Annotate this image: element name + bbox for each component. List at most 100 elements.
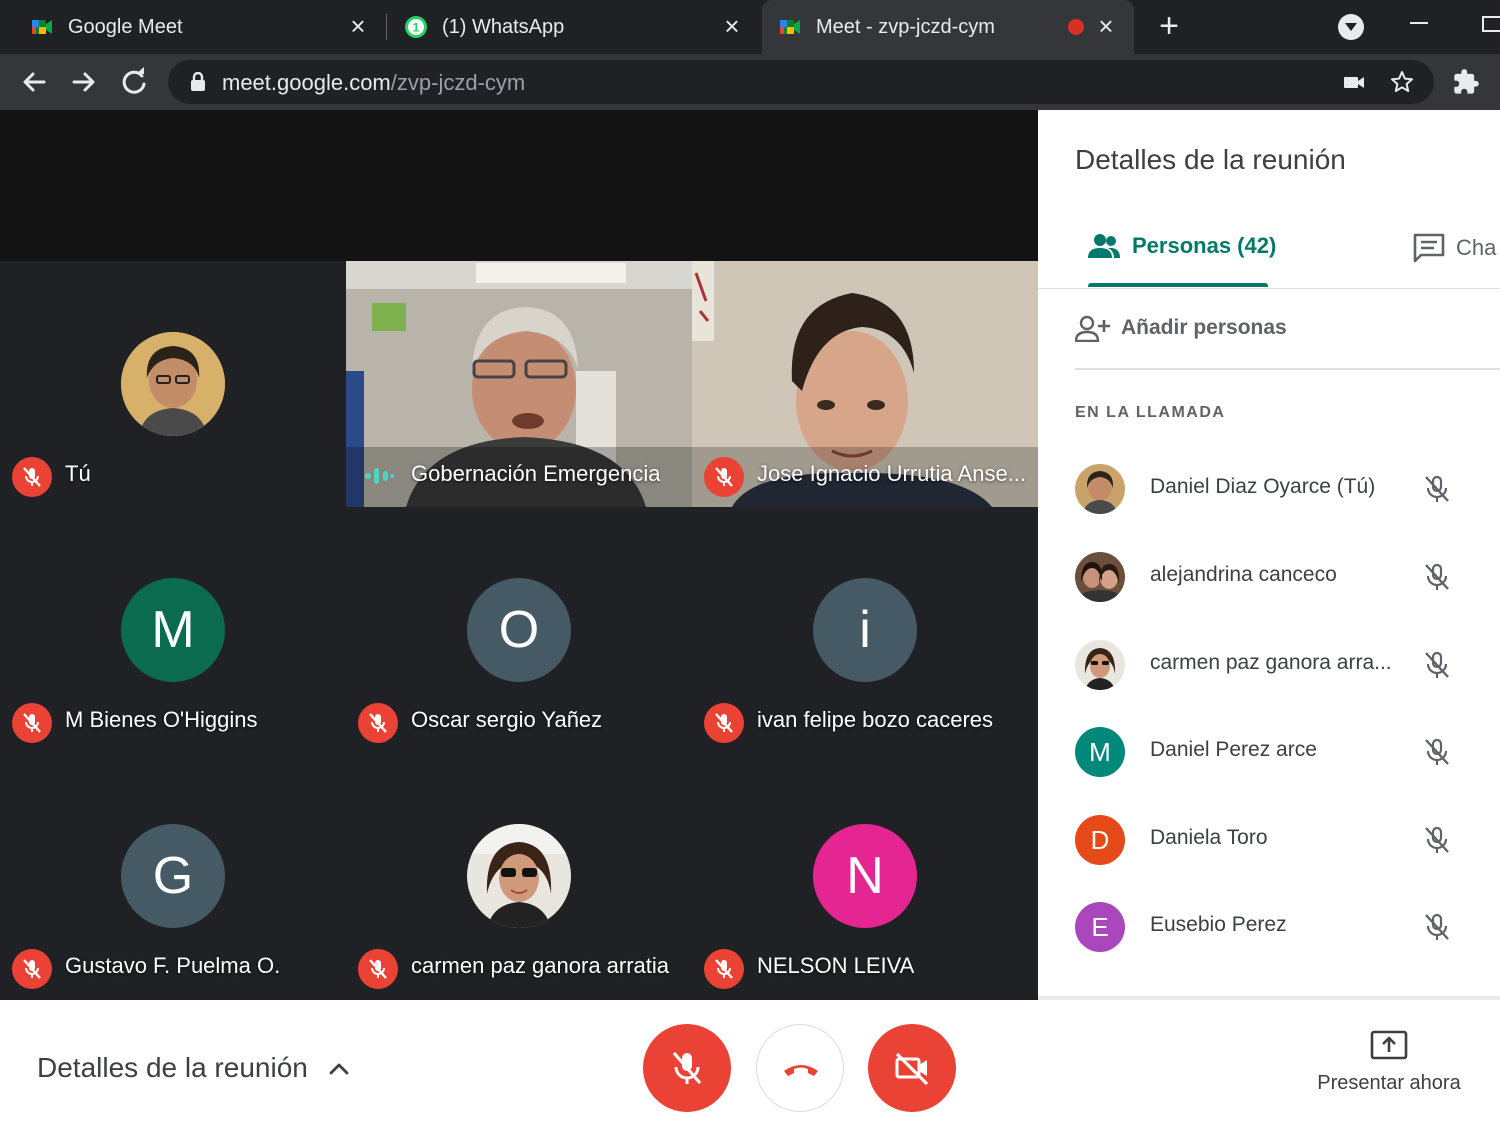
avatar bbox=[121, 332, 225, 436]
participant-tile[interactable]: G Gustavo F. Puelma O. bbox=[0, 753, 346, 999]
person-name: Daniela Toro bbox=[1150, 826, 1268, 849]
url-path: /zvp-jczd-cym bbox=[390, 70, 526, 95]
person-name: carmen paz ganora arra... bbox=[1150, 651, 1392, 674]
person-name: Daniel Perez arce bbox=[1150, 738, 1317, 761]
url-text: meet.google.com/zvp-jczd-cym bbox=[222, 70, 525, 96]
svg-text:1: 1 bbox=[413, 21, 420, 35]
participant-name: carmen paz ganora arratia bbox=[411, 953, 670, 978]
minimize-window-icon[interactable] bbox=[1410, 22, 1428, 24]
leave-call-button[interactable] bbox=[756, 1024, 844, 1112]
participant-name: Gobernación Emergencia bbox=[411, 461, 661, 486]
tab-google-meet[interactable]: Google Meet × bbox=[30, 0, 386, 54]
muted-mic-icon[interactable] bbox=[1421, 649, 1453, 681]
self-photo bbox=[121, 332, 225, 436]
participant-tile-video[interactable]: Jose Ignacio Urrutia Anse... bbox=[692, 261, 1038, 507]
hang-up-icon bbox=[784, 1065, 818, 1076]
active-tab-indicator bbox=[1088, 283, 1268, 287]
forward-arrow-icon[interactable] bbox=[66, 64, 102, 100]
close-tab-icon[interactable]: × bbox=[1094, 13, 1118, 39]
tab-search-button[interactable] bbox=[1338, 14, 1364, 40]
tab-meet-active[interactable]: Meet - zvp-jczd-cym × bbox=[762, 0, 1134, 54]
chevron-up-icon[interactable] bbox=[326, 1056, 352, 1082]
toggle-camera-button[interactable] bbox=[868, 1024, 956, 1112]
muted-mic-icon[interactable] bbox=[1421, 736, 1453, 768]
person-row[interactable]: M Daniel Perez arce bbox=[1075, 724, 1500, 780]
avatar: M bbox=[121, 578, 225, 682]
extensions-puzzle-icon[interactable] bbox=[1452, 68, 1480, 96]
divider bbox=[1075, 368, 1500, 370]
maximize-window-icon[interactable] bbox=[1482, 16, 1500, 32]
muted-mic-icon bbox=[358, 949, 398, 989]
muted-mic-icon bbox=[704, 703, 744, 743]
person-row[interactable]: alejandrina canceco bbox=[1075, 549, 1500, 605]
participant-tile[interactable]: M M Bienes O'Higgins bbox=[0, 507, 346, 753]
muted-mic-icon bbox=[704, 949, 744, 989]
camera-permission-icon[interactable] bbox=[1342, 70, 1366, 94]
camera-off-icon bbox=[895, 1052, 929, 1086]
participant-tile[interactable]: Tú bbox=[0, 261, 346, 507]
muted-mic-icon[interactable] bbox=[1421, 911, 1453, 943]
person-row[interactable]: D Daniela Toro bbox=[1075, 812, 1500, 868]
new-tab-button[interactable]: + bbox=[1152, 9, 1186, 44]
muted-mic-icon[interactable] bbox=[1421, 824, 1453, 856]
avatar: N bbox=[813, 824, 917, 928]
participant-name: Gustavo F. Puelma O. bbox=[65, 953, 281, 978]
divider bbox=[1038, 288, 1500, 289]
add-people-button[interactable]: Añadir personas bbox=[1075, 314, 1287, 342]
url-host: meet.google.com bbox=[222, 70, 391, 95]
tab-title: (1) WhatsApp bbox=[442, 15, 565, 38]
close-tab-icon[interactable]: × bbox=[720, 13, 744, 39]
avatar: G bbox=[121, 824, 225, 928]
avatar bbox=[1075, 640, 1125, 690]
participant-name: NELSON LEIVA bbox=[757, 953, 915, 978]
participant-tile[interactable]: carmen paz ganora arratia bbox=[346, 753, 692, 999]
avatar bbox=[1075, 552, 1125, 602]
participant-tile[interactable]: O Oscar sergio Yañez bbox=[346, 507, 692, 753]
speaking-indicator-icon bbox=[365, 468, 394, 484]
avatar: O bbox=[467, 578, 571, 682]
address-bar[interactable]: meet.google.com/zvp-jczd-cym bbox=[168, 60, 1434, 104]
tab-chat-label: Cha bbox=[1456, 235, 1497, 260]
present-screen-icon bbox=[1370, 1030, 1408, 1060]
present-now-button[interactable]: Presentar ahora bbox=[1294, 1030, 1484, 1095]
back-arrow-icon[interactable] bbox=[16, 64, 52, 100]
whatsapp-icon: 1 bbox=[405, 16, 427, 38]
people-icon bbox=[1088, 234, 1120, 258]
person-row[interactable]: Daniel Diaz Oyarce (Tú) bbox=[1075, 461, 1500, 517]
tab-separator bbox=[386, 14, 387, 40]
tab-people[interactable]: Personas (42) bbox=[1086, 232, 1276, 260]
person-name: Daniel Diaz Oyarce (Tú) bbox=[1150, 475, 1376, 498]
mic-off-icon bbox=[672, 1051, 702, 1085]
muted-mic-icon[interactable] bbox=[1421, 561, 1453, 593]
participant-tile[interactable]: i ivan felipe bozo caceres bbox=[692, 507, 1038, 753]
meet-icon bbox=[780, 20, 800, 34]
muted-mic-icon bbox=[704, 457, 744, 497]
tab-whatsapp[interactable]: 1 (1) WhatsApp × bbox=[404, 0, 760, 54]
avatar: E bbox=[1075, 902, 1125, 952]
person-row[interactable]: E Eusebio Perez bbox=[1075, 899, 1500, 955]
participant-name: Oscar sergio Yañez bbox=[411, 707, 603, 732]
participant-tile-video[interactable]: Gobernación Emergencia bbox=[346, 261, 692, 507]
participant-tile[interactable]: N NELSON LEIVA bbox=[692, 753, 1038, 999]
present-now-label: Presentar ahora bbox=[1317, 1072, 1461, 1094]
toggle-microphone-button[interactable] bbox=[643, 1024, 731, 1112]
muted-mic-icon[interactable] bbox=[1421, 473, 1453, 505]
participant-name: Jose Ignacio Urrutia Anse... bbox=[757, 461, 1027, 486]
browser-toolbar: meet.google.com/zvp-jczd-cym bbox=[0, 54, 1500, 110]
person-row[interactable]: carmen paz ganora arra... bbox=[1075, 637, 1500, 693]
add-person-icon bbox=[1075, 315, 1110, 342]
close-tab-icon[interactable]: × bbox=[346, 13, 370, 39]
participant-name: M Bienes O'Higgins bbox=[65, 707, 258, 732]
reload-icon[interactable] bbox=[116, 64, 152, 100]
participant-name: Tú bbox=[65, 461, 91, 486]
person-name: Eusebio Perez bbox=[1150, 913, 1287, 936]
tab-chat[interactable]: Cha bbox=[1412, 232, 1496, 264]
tab-title: Google Meet bbox=[68, 15, 183, 38]
call-controls-bar: Detalles de la reunión Presentar ahora bbox=[0, 1000, 1500, 1125]
meeting-details-button[interactable]: Detalles de la reunión bbox=[37, 1052, 308, 1084]
muted-mic-icon bbox=[12, 949, 52, 989]
bookmark-star-icon[interactable] bbox=[1390, 70, 1414, 94]
tab-people-label: Personas (42) bbox=[1132, 233, 1277, 258]
muted-mic-icon bbox=[358, 703, 398, 743]
participant-name: ivan felipe bozo caceres bbox=[757, 707, 994, 732]
